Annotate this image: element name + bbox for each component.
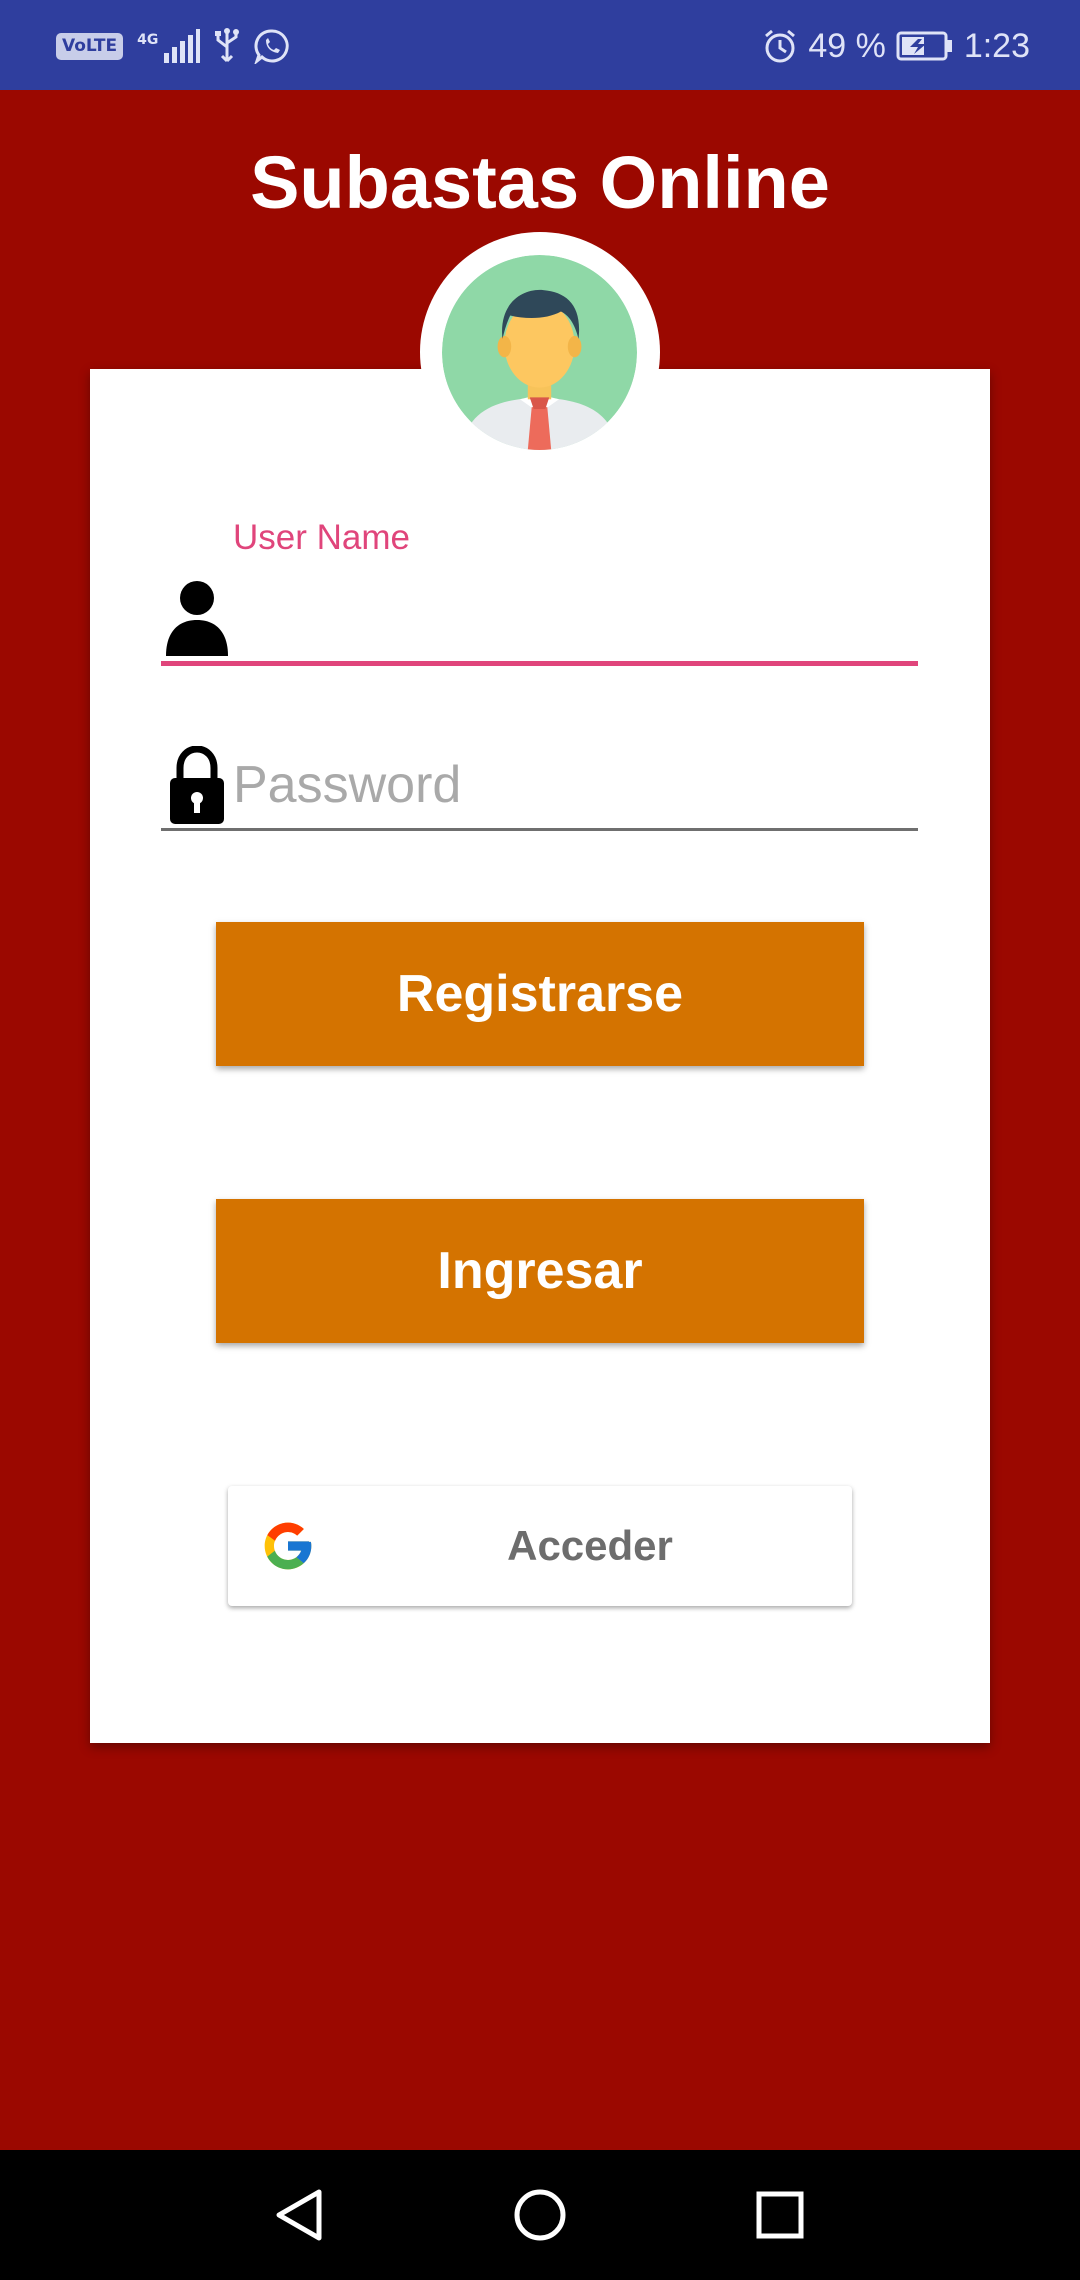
battery-percent: 49 % [808, 27, 886, 65]
home-icon[interactable] [505, 2180, 575, 2250]
lock-icon [170, 746, 224, 824]
navigation-bar [0, 2150, 1080, 2280]
network-type: 4G [137, 32, 159, 48]
whatsapp-icon [254, 29, 290, 64]
password-underline [161, 828, 918, 831]
google-sign-in-button[interactable]: Acceder [228, 1486, 852, 1606]
clock: 1:23 [963, 27, 1030, 65]
login-button[interactable]: Ingresar [216, 1199, 864, 1343]
username-underline [161, 661, 918, 666]
google-sign-in-label: Acceder [507, 1522, 673, 1569]
username-label: User Name [233, 518, 410, 557]
alarm-icon [765, 29, 796, 63]
password-input[interactable] [233, 750, 913, 820]
avatar [442, 255, 637, 450]
username-input[interactable] [233, 585, 913, 655]
status-bar: VoLTE 4G 49 % 1:23 [0, 0, 1080, 90]
recents-icon[interactable] [745, 2180, 815, 2250]
status-left-icons: VoLTE 4G [56, 26, 290, 66]
google-logo-icon [264, 1522, 312, 1570]
volte-icon: VoLTE [56, 32, 124, 60]
app-title: Subastas Online [250, 141, 830, 224]
battery-charging-icon [896, 31, 952, 61]
back-icon[interactable] [265, 2180, 335, 2250]
signal-icon [164, 29, 201, 63]
register-button[interactable]: Registrarse [216, 922, 864, 1066]
person-icon [166, 581, 228, 656]
usb-icon [215, 28, 240, 63]
status-right-icons: 49 % 1:23 [762, 22, 1030, 70]
